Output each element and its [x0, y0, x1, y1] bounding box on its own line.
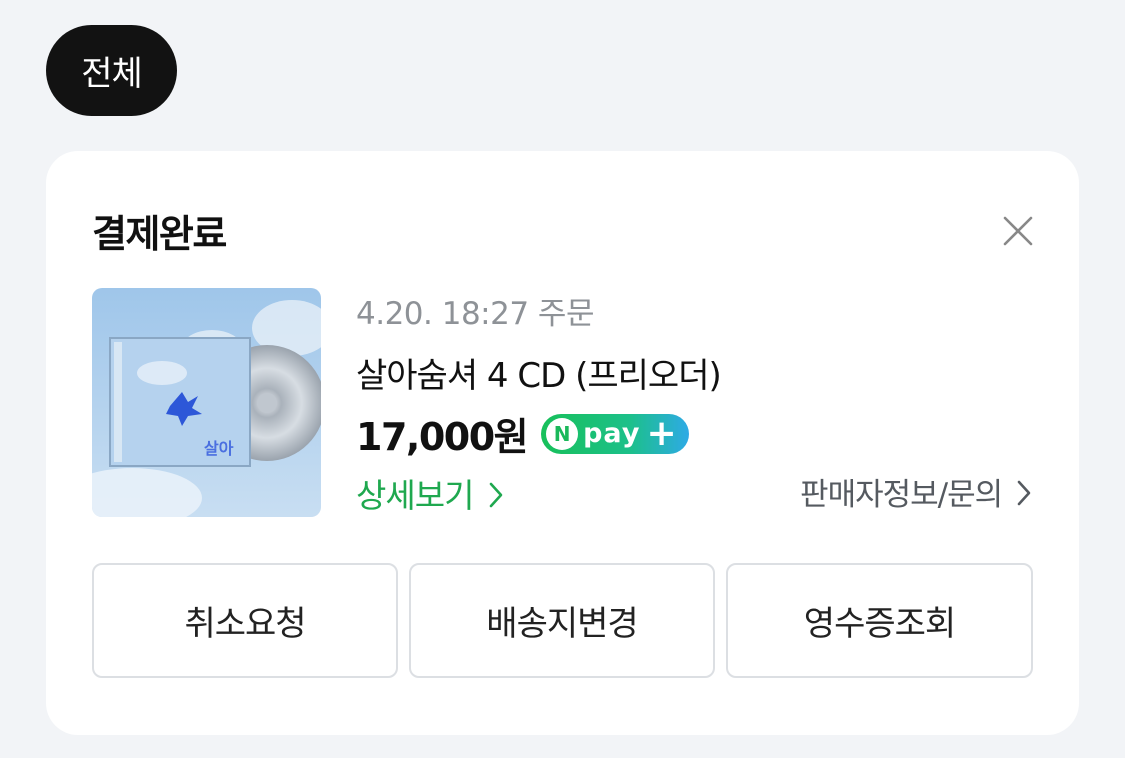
npay-n-icon: N [546, 417, 579, 450]
seller-info-link[interactable]: 판매자정보/문의 [800, 469, 1033, 514]
price: 17,000원 [356, 415, 529, 459]
change-address-button[interactable]: 배송지변경 [409, 563, 715, 678]
view-receipt-button[interactable]: 영수증조회 [726, 563, 1033, 678]
npay-plus-icon: + [646, 412, 677, 454]
chevron-right-icon [489, 482, 503, 508]
detail-link[interactable]: 상세보기 [356, 469, 505, 517]
order-card: 결제완료 살아 4.20. 18:27 주문 살아숨셔 4 CD (프리오더) … [46, 151, 1079, 735]
npay-plus-badge: N pay + [541, 412, 690, 454]
price-row: 17,000원 N pay + [356, 406, 690, 461]
product-thumbnail[interactable]: 살아 [92, 288, 321, 517]
order-status: 결제완료 [92, 212, 227, 256]
chevron-right-icon [1017, 480, 1031, 506]
product-title[interactable]: 살아숨셔 4 CD (프리오더) [356, 348, 722, 397]
cancel-request-button[interactable]: 취소요청 [92, 563, 398, 678]
detail-link-label: 상세보기 [356, 476, 474, 515]
svg-text:살아: 살아 [204, 439, 234, 458]
seller-info-label: 판매자정보/문의 [800, 477, 1003, 513]
order-date: 4.20. 18:27 주문 [356, 296, 594, 332]
close-icon[interactable] [998, 211, 1038, 251]
npay-text: pay [583, 418, 641, 449]
filter-chip-all[interactable]: 전체 [46, 25, 177, 116]
